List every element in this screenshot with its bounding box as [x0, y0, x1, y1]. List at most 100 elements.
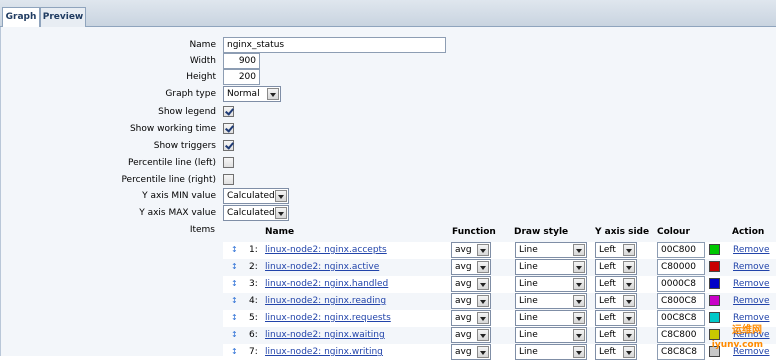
- item-name-link[interactable]: linux-node2: nginx.accepts: [265, 245, 387, 255]
- drag-handle-icon[interactable]: ↕: [231, 296, 238, 305]
- y-axis-side-value: Left: [599, 296, 616, 306]
- tab-preview[interactable]: Preview: [40, 7, 86, 27]
- item-name-link[interactable]: linux-node2: nginx.handled: [265, 279, 388, 289]
- col-header-name: Name: [265, 227, 295, 237]
- remove-link[interactable]: Remove: [733, 296, 770, 306]
- y-axis-side-value: Left: [599, 262, 616, 272]
- percentile-right-checkbox[interactable]: [223, 174, 234, 185]
- show-legend-checkbox[interactable]: [223, 106, 234, 117]
- drag-handle-icon[interactable]: ↕: [231, 330, 238, 339]
- height-row: Height: [1, 69, 776, 86]
- item-number: 1:: [249, 245, 258, 255]
- colour-input[interactable]: [657, 276, 705, 292]
- height-input[interactable]: [223, 69, 260, 85]
- draw-style-value: Line: [519, 313, 538, 323]
- function-select[interactable]: avg: [451, 344, 491, 360]
- tab-graph[interactable]: Graph: [2, 7, 40, 28]
- function-select[interactable]: avg: [451, 327, 491, 343]
- remove-link[interactable]: Remove: [733, 279, 770, 289]
- drag-handle-icon[interactable]: ↕: [231, 279, 238, 288]
- show-legend-row: Show legend: [1, 104, 776, 121]
- graph-type-label: Graph type: [165, 89, 216, 99]
- chevron-down-icon: [573, 278, 585, 290]
- item-name-link[interactable]: linux-node2: nginx.waiting: [265, 330, 385, 340]
- colour-swatch[interactable]: [709, 295, 720, 306]
- y-min-value: Calculated: [227, 191, 275, 201]
- chevron-down-icon: [573, 346, 585, 358]
- height-label: Height: [186, 72, 216, 82]
- percentile-left-checkbox[interactable]: [223, 157, 234, 168]
- drag-handle-icon[interactable]: ↕: [231, 262, 238, 271]
- colour-input[interactable]: [657, 327, 705, 343]
- name-input[interactable]: [223, 37, 446, 53]
- function-value: avg: [455, 279, 472, 289]
- draw-style-value: Line: [519, 330, 538, 340]
- function-value: avg: [455, 313, 472, 323]
- item-name-link[interactable]: linux-node2: nginx.reading: [265, 296, 386, 306]
- draw-style-select[interactable]: Line: [515, 259, 587, 275]
- draw-style-value: Line: [519, 279, 538, 289]
- y-axis-side-select[interactable]: Left: [595, 310, 637, 326]
- colour-swatch[interactable]: [709, 261, 720, 272]
- drag-handle-icon[interactable]: ↕: [231, 245, 238, 254]
- width-label: Width: [189, 56, 216, 66]
- colour-input[interactable]: [657, 344, 705, 360]
- table-row: ↕ 2: linux-node2: nginx.active avg Line Left R…: [223, 259, 776, 276]
- y-axis-side-select[interactable]: Left: [595, 344, 637, 360]
- col-header-action: Action: [732, 227, 765, 237]
- colour-input[interactable]: [657, 293, 705, 309]
- width-input[interactable]: [223, 53, 260, 69]
- function-select[interactable]: avg: [451, 293, 491, 309]
- chevron-down-icon: [275, 190, 287, 202]
- draw-style-select[interactable]: Line: [515, 310, 587, 326]
- function-value: avg: [455, 330, 472, 340]
- colour-input[interactable]: [657, 310, 705, 326]
- colour-swatch[interactable]: [709, 244, 720, 255]
- colour-swatch[interactable]: [709, 278, 720, 289]
- y-axis-side-select[interactable]: Left: [595, 259, 637, 275]
- col-header-y-axis-side: Y axis side: [595, 227, 650, 237]
- chevron-down-icon: [623, 244, 635, 256]
- draw-style-value: Line: [519, 262, 538, 272]
- y-axis-side-select[interactable]: Left: [595, 293, 637, 309]
- function-select[interactable]: avg: [451, 259, 491, 275]
- chevron-down-icon: [477, 346, 489, 358]
- remove-link[interactable]: Remove: [733, 262, 770, 272]
- function-select[interactable]: avg: [451, 310, 491, 326]
- item-number: 4:: [249, 296, 258, 306]
- y-axis-side-select[interactable]: Left: [595, 276, 637, 292]
- draw-style-select[interactable]: Line: [515, 242, 587, 258]
- show-triggers-checkbox[interactable]: [223, 140, 234, 151]
- colour-input[interactable]: [657, 242, 705, 258]
- draw-style-select[interactable]: Line: [515, 293, 587, 309]
- y-axis-side-value: Left: [599, 245, 616, 255]
- name-row: Name: [1, 37, 776, 54]
- show-legend-label: Show legend: [158, 107, 216, 117]
- item-name-link[interactable]: linux-node2: nginx.requests: [265, 313, 391, 323]
- colour-input[interactable]: [657, 259, 705, 275]
- remove-link[interactable]: Remove: [733, 245, 770, 255]
- draw-style-select[interactable]: Line: [515, 276, 587, 292]
- y-axis-side-select[interactable]: Left: [595, 327, 637, 343]
- item-name-link[interactable]: linux-node2: nginx.active: [265, 262, 379, 272]
- function-select[interactable]: avg: [451, 276, 491, 292]
- watermark-sub: iyunv.com: [711, 340, 763, 350]
- function-select[interactable]: avg: [451, 242, 491, 258]
- drag-handle-icon[interactable]: ↕: [231, 313, 238, 322]
- width-row: Width: [1, 53, 776, 70]
- chevron-down-icon: [477, 329, 489, 341]
- chevron-down-icon: [573, 312, 585, 324]
- draw-style-select[interactable]: Line: [515, 344, 587, 360]
- table-row: ↕ 4: linux-node2: nginx.reading avg Line Left…: [223, 293, 776, 310]
- y-axis-side-select[interactable]: Left: [595, 242, 637, 258]
- y-min-select[interactable]: Calculated: [223, 188, 289, 204]
- watermark-text: 运维网: [732, 325, 762, 336]
- items-label: Items: [189, 225, 215, 235]
- graph-type-select[interactable]: Normal: [223, 86, 281, 102]
- table-row: ↕ 7: linux-node2: nginx.writing avg Line Left…: [223, 344, 776, 361]
- y-max-select[interactable]: Calculated: [223, 205, 289, 221]
- draw-style-select[interactable]: Line: [515, 327, 587, 343]
- show-working-time-checkbox[interactable]: [223, 123, 234, 134]
- chevron-down-icon: [623, 329, 635, 341]
- drag-handle-icon[interactable]: ↕: [231, 347, 238, 356]
